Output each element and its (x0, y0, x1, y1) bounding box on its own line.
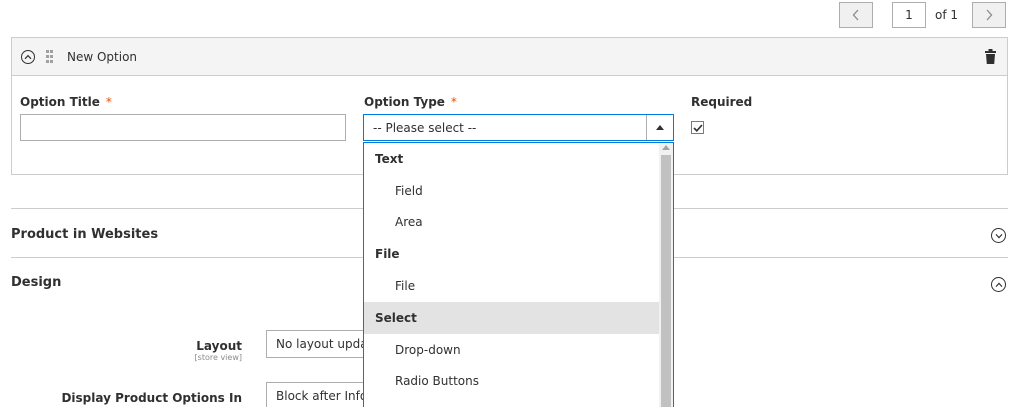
option-type-selected-value: -- Please select -- (373, 120, 477, 135)
display-options-label: Display Product Options In (61, 391, 242, 405)
chevron-down-icon (995, 233, 1002, 238)
dropdown-option[interactable]: Area (364, 207, 660, 239)
section-title-websites[interactable]: Product in Websites (11, 227, 158, 242)
option-title-label: Option Title * (20, 95, 112, 109)
dropdown-scrollbar[interactable] (659, 143, 673, 407)
dropdown-group-label: File (375, 247, 400, 262)
dropdown-option[interactable]: File (364, 270, 660, 302)
drag-handle-icon[interactable] (46, 49, 53, 64)
trash-icon[interactable] (985, 49, 996, 64)
layout-select[interactable]: No layout updat (266, 330, 376, 358)
dropdown-group-label: Select (364, 301, 660, 334)
option-type-select[interactable]: -- Please select -- (363, 114, 674, 141)
page-count: of 1 (934, 8, 958, 22)
display-options-select[interactable]: Block after Info C (266, 382, 376, 407)
required-checkbox[interactable] (691, 121, 704, 134)
section-title-design[interactable]: Design (11, 275, 61, 290)
chevron-left-icon (852, 9, 859, 21)
option-title-input[interactable] (20, 114, 346, 141)
option-header-title: New Option (67, 49, 138, 64)
required-label: Required (691, 95, 753, 109)
dropdown-option[interactable]: Field (364, 175, 660, 207)
layout-label: Layout (196, 339, 242, 353)
chevron-up-icon (995, 282, 1002, 287)
next-page-button[interactable] (972, 2, 1006, 28)
collapse-design-button[interactable] (991, 277, 1006, 292)
layout-scope: [store view] (194, 353, 242, 362)
dropdown-option[interactable]: Drop-down (364, 334, 660, 366)
scrollbar-thumb[interactable] (661, 155, 671, 407)
page-number-input[interactable]: 1 (891, 2, 926, 28)
option-header: New Option (12, 38, 1007, 76)
pager: 1 of 1 (838, 0, 1006, 30)
dropdown-group-label: Text (375, 151, 404, 166)
chevron-right-icon (986, 9, 993, 21)
prev-page-button[interactable] (838, 2, 873, 28)
select-arrow-icon[interactable] (646, 115, 673, 140)
dropdown-option[interactable]: Radio Buttons (364, 366, 660, 398)
checkmark-icon (692, 123, 703, 132)
dropdown-list: Text Field Area File File Select Drop-down Radi… (364, 143, 673, 397)
chevron-up-icon (24, 54, 32, 59)
option-type-label: Option Type * (364, 95, 457, 109)
scroll-up-icon[interactable] (662, 145, 670, 150)
expand-websites-button[interactable] (991, 228, 1006, 243)
option-type-dropdown: Text Field Area File File Select Drop-down Radi… (363, 142, 674, 407)
collapse-option-button[interactable] (21, 49, 35, 64)
